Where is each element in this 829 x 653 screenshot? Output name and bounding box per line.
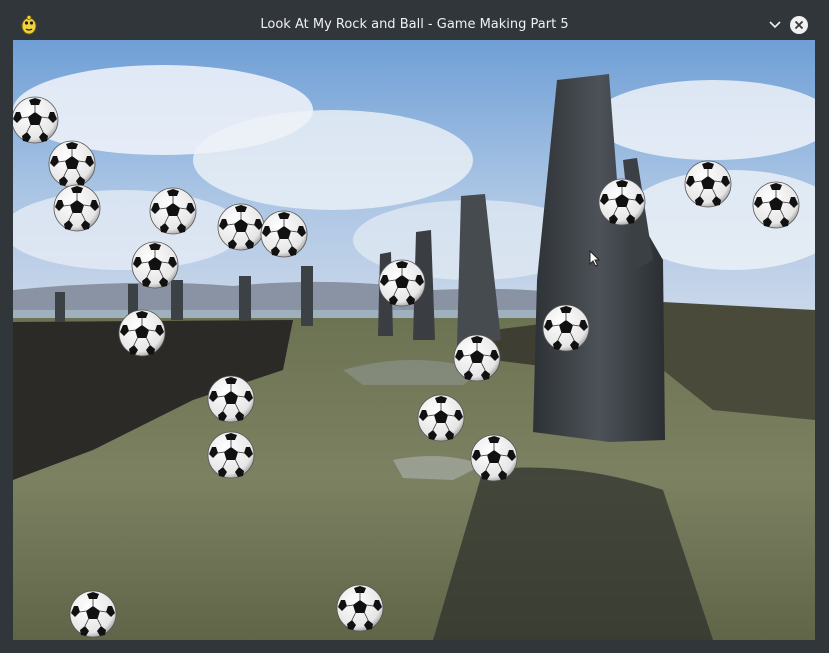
soccer-ball-12 [752,181,800,229]
soccer-ball-15 [207,375,255,423]
soccer-ball-13 [542,304,590,352]
soccer-ball-8 [118,309,166,357]
soccer-ball-10 [598,178,646,226]
soccer-ball-1 [13,96,59,144]
game-canvas[interactable] [13,40,815,640]
title-bar[interactable]: Look At My Rock and Ball - Game Making P… [0,10,829,40]
mouse-pointer-icon [589,250,601,268]
soccer-ball-5 [217,203,265,251]
soccer-ball-17 [207,431,255,479]
soccer-ball-14 [453,334,501,382]
game-window: Look At My Rock and Ball - Game Making P… [0,0,829,653]
soccer-ball-20 [336,584,384,632]
chevron-down-icon[interactable] [766,16,784,34]
soccer-ball-6 [260,210,308,258]
window-title: Look At My Rock and Ball - Game Making P… [260,17,569,32]
soccer-ball-16 [417,394,465,442]
soccer-ball-4 [149,187,197,235]
soccer-ball-7 [131,241,179,289]
soccer-ball-2 [48,140,96,188]
soccer-ball-9 [378,259,426,307]
soccer-ball-19 [69,590,117,638]
soccer-ball-18 [470,434,518,482]
close-icon[interactable] [790,16,808,34]
soccer-ball-11 [684,160,732,208]
soccer-ball-3 [53,184,101,232]
